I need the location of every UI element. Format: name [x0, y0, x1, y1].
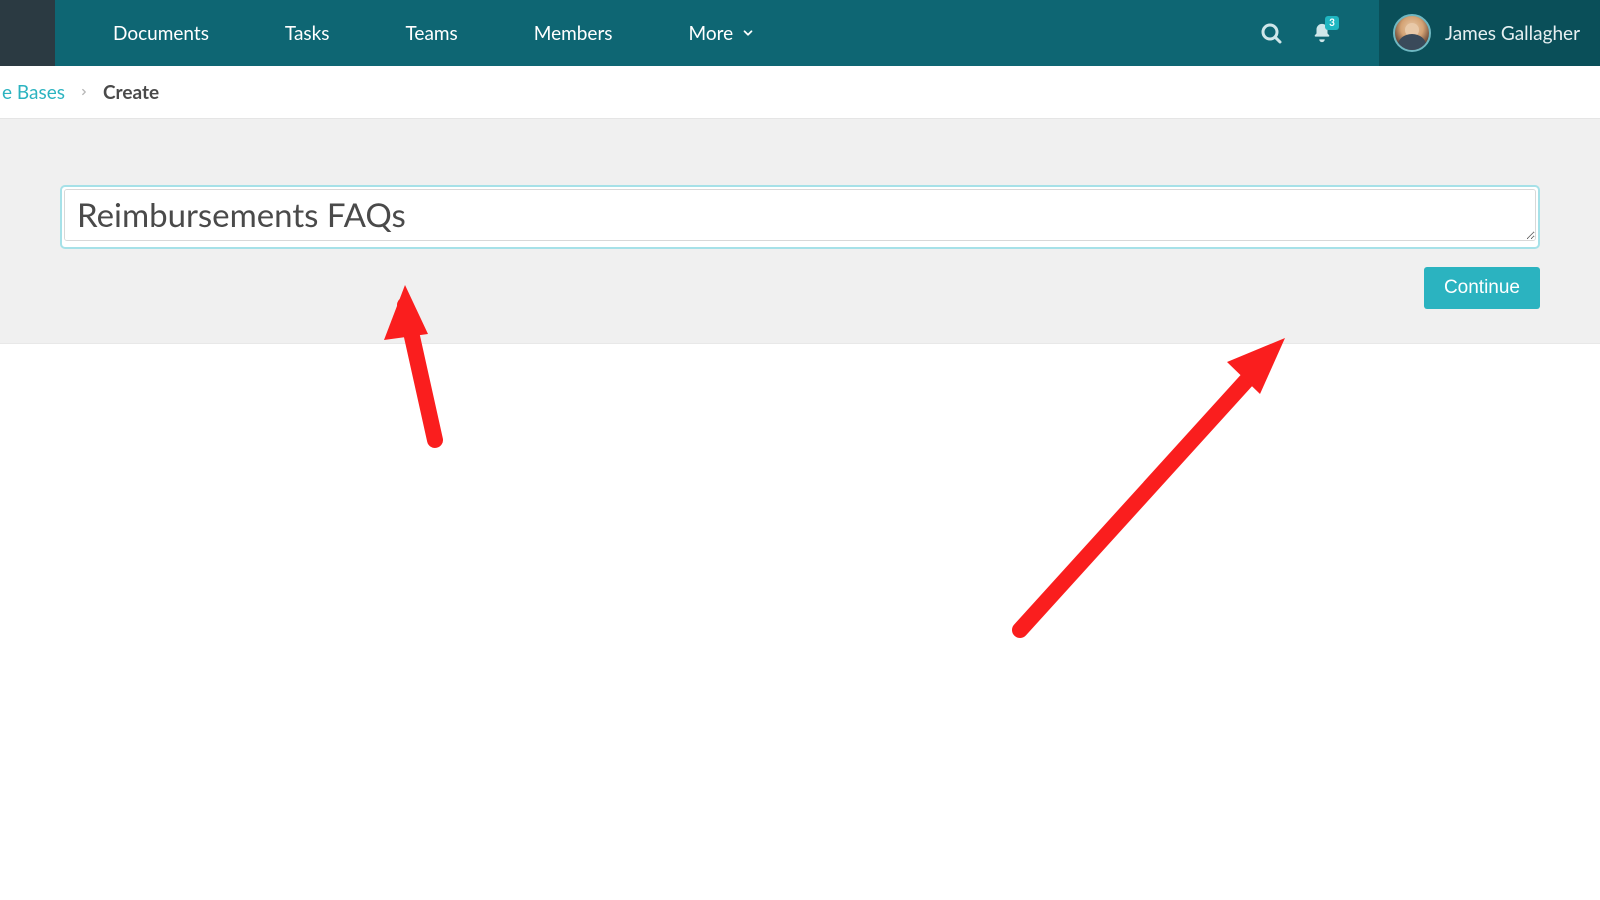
nav-tasks[interactable]: Tasks: [247, 0, 368, 66]
breadcrumb: e Bases Create: [0, 66, 1600, 119]
nav-documents[interactable]: Documents: [75, 0, 247, 66]
primary-nav: Documents Tasks Teams Members More: [55, 0, 1259, 66]
breadcrumb-current: Create: [103, 81, 159, 104]
form-button-row: Continue: [60, 267, 1540, 309]
chevron-right-icon: [79, 83, 89, 101]
nav-label: Documents: [113, 22, 209, 45]
avatar: [1393, 14, 1431, 52]
nav-label: Members: [534, 22, 613, 45]
breadcrumb-parent-link[interactable]: e Bases: [2, 81, 65, 104]
nav-label: Tasks: [285, 22, 330, 45]
chevron-down-icon: [741, 26, 755, 40]
title-input[interactable]: Reimbursements FAQs: [64, 189, 1536, 241]
topbar-right: 3 James Gallagher: [1259, 0, 1600, 66]
user-name-label: James Gallagher: [1445, 22, 1580, 45]
notifications-icon[interactable]: 3: [1311, 22, 1333, 44]
notification-count-badge: 3: [1325, 16, 1339, 30]
title-input-container: Reimbursements FAQs: [60, 185, 1540, 249]
nav-label: More: [689, 22, 734, 45]
nav-members[interactable]: Members: [496, 0, 651, 66]
continue-button[interactable]: Continue: [1424, 267, 1540, 309]
top-navbar: Documents Tasks Teams Members More 3 Jam…: [0, 0, 1600, 66]
nav-more[interactable]: More: [651, 0, 794, 66]
search-icon[interactable]: [1259, 21, 1283, 45]
app-logo-block[interactable]: [0, 0, 55, 66]
nav-label: Teams: [406, 22, 458, 45]
create-form-panel: Reimbursements FAQs Continue: [0, 119, 1600, 344]
nav-teams[interactable]: Teams: [368, 0, 496, 66]
user-menu[interactable]: James Gallagher: [1379, 0, 1600, 66]
